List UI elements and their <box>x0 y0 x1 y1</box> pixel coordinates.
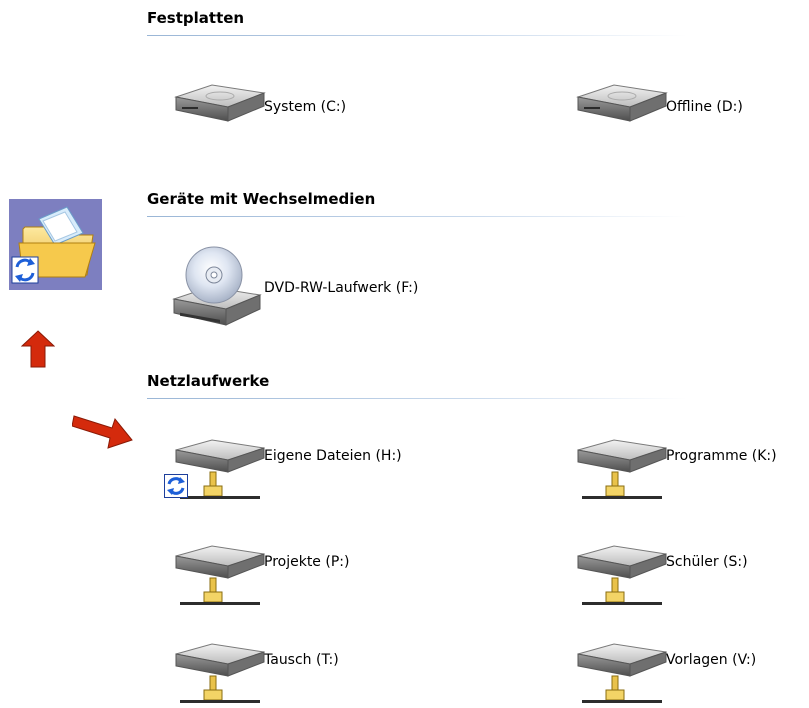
drive-label: Projekte (P:) <box>264 554 350 570</box>
group-header-wechselmedien: Geräte mit Wechselmedien <box>147 190 376 208</box>
drive-label: DVD-RW-Laufwerk (F:) <box>264 280 419 296</box>
offline-files-sync-icon <box>9 199 102 290</box>
network-drive-icon <box>164 436 266 502</box>
drive-label: Programme (K:) <box>666 448 777 464</box>
drive-label: Offline (D:) <box>666 99 743 115</box>
diagonal-arrow-icon <box>71 402 134 454</box>
network-drive-icon <box>170 640 266 706</box>
drive-projekte-p[interactable]: Projekte (P:) <box>170 542 349 608</box>
drive-tausch-t[interactable]: Tausch (T:) <box>170 640 339 706</box>
drive-vorlagen-v[interactable]: Vorlagen (V:) <box>572 640 756 706</box>
hard-disk-icon <box>170 77 266 137</box>
network-drive-icon <box>572 542 668 608</box>
up-arrow-icon <box>20 330 56 372</box>
drive-dvd-rw-f[interactable]: DVD-RW-Laufwerk (F:) <box>170 245 418 331</box>
network-drive-icon <box>572 436 668 502</box>
drive-label: Schüler (S:) <box>666 554 748 570</box>
group-divider <box>147 398 687 399</box>
group-divider <box>147 216 687 217</box>
drive-eigene-dateien-h[interactable]: Eigene Dateien (H:) <box>164 436 402 502</box>
drive-label: Eigene Dateien (H:) <box>264 448 402 464</box>
drive-schueler-s[interactable]: Schüler (S:) <box>572 542 748 608</box>
drive-label: System (C:) <box>264 99 347 115</box>
network-drive-icon <box>170 542 266 608</box>
hard-disk-icon <box>572 77 668 137</box>
drive-offline-d[interactable]: Offline (D:) <box>572 77 743 137</box>
drive-programme-k[interactable]: Programme (K:) <box>572 436 777 502</box>
network-drive-icon <box>572 640 668 706</box>
drive-label: Tausch (T:) <box>264 652 339 668</box>
group-divider <box>147 35 687 36</box>
group-header-netzlaufwerke: Netzlaufwerke <box>147 372 270 390</box>
group-header-festplatten: Festplatten <box>147 9 245 27</box>
drive-system-c[interactable]: System (C:) <box>170 77 346 137</box>
drive-label: Vorlagen (V:) <box>666 652 757 668</box>
dvd-drive-icon <box>170 245 262 331</box>
